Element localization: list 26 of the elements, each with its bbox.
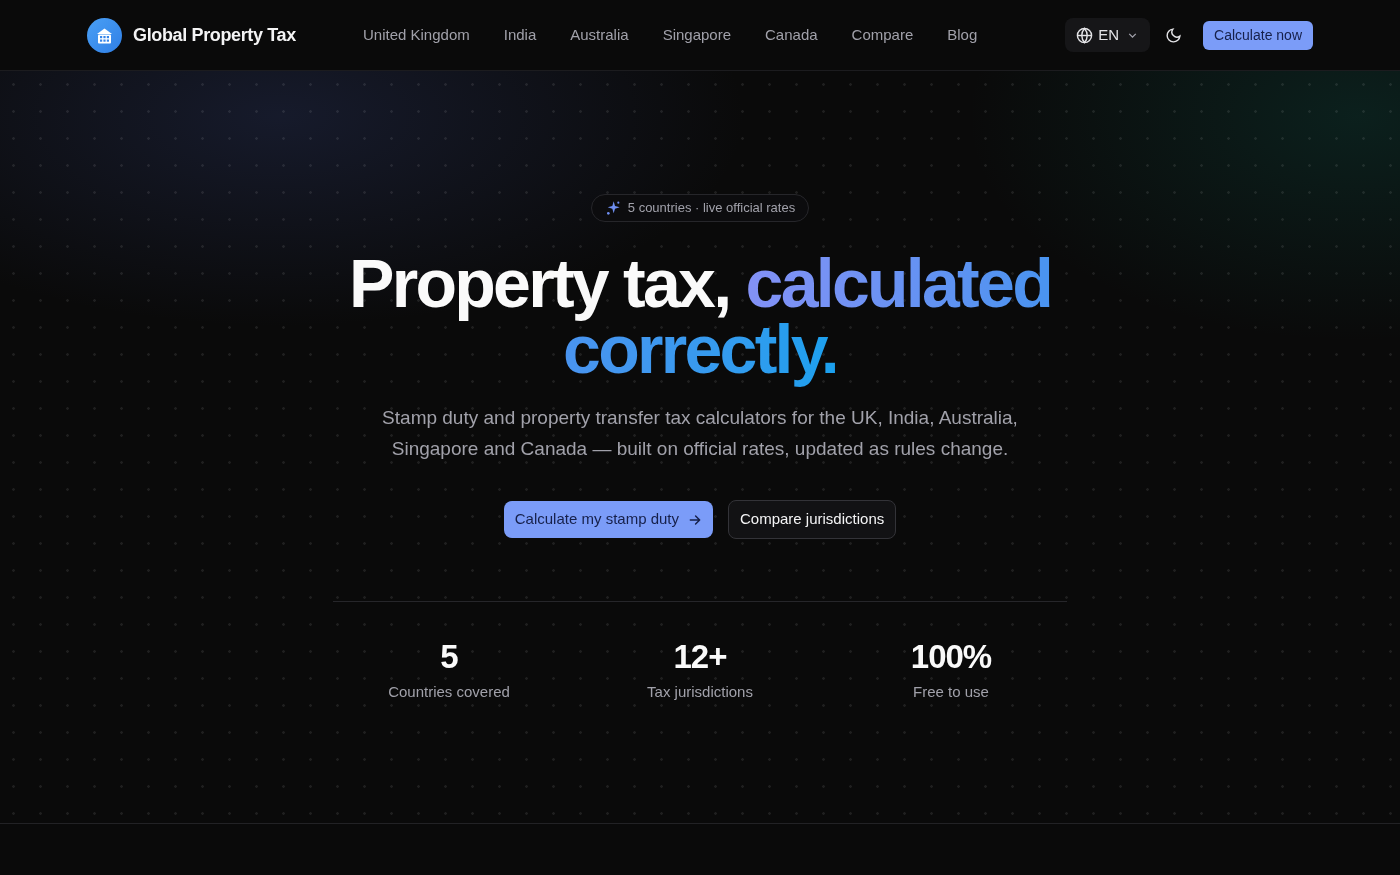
nav-link[interactable]: Australia xyxy=(570,23,629,47)
nav-link[interactable]: India xyxy=(503,23,537,47)
house-logo-icon[interactable] xyxy=(87,17,122,53)
nav-link[interactable]: Singapore xyxy=(662,23,731,47)
language-selector[interactable]: EN xyxy=(1065,18,1151,52)
arrow-right-icon xyxy=(688,512,702,527)
stat-value: 12+ xyxy=(673,637,727,677)
compare-jurisdictions-button[interactable]: Compare jurisdictions xyxy=(728,500,897,539)
calculate-stamp-duty-button[interactable]: Calculate my stamp duty xyxy=(503,501,713,538)
badge-text: 5 countries · live official rates xyxy=(627,199,796,218)
hero-subtitle: Stamp duty and property transfer tax calculators for the UK, India, Australia, Singapore and Canada — built on official rates, updated as rules change. xyxy=(381,406,1019,461)
stat-label: Countries covered xyxy=(388,682,510,702)
nav-link[interactable]: Compare xyxy=(851,23,914,47)
nav-link[interactable]: Canada xyxy=(765,23,818,47)
brand-name-link[interactable]: Global Property Tax xyxy=(133,21,296,49)
stat-value: 5 xyxy=(440,637,458,677)
nav-link[interactable]: United Kingdom xyxy=(363,23,470,47)
calculate-now-button[interactable]: Calculate now xyxy=(1203,20,1313,50)
nav-link[interactable]: Blog xyxy=(947,23,978,47)
sparkles-icon xyxy=(604,200,621,216)
dark-mode-toggle[interactable] xyxy=(1165,26,1183,44)
stat-value: 100% xyxy=(910,637,992,677)
stat-label: Tax jurisdictions xyxy=(647,682,753,702)
stat-label: Free to use xyxy=(913,682,989,702)
globe-icon xyxy=(1076,26,1094,44)
moon-icon xyxy=(1165,26,1183,44)
